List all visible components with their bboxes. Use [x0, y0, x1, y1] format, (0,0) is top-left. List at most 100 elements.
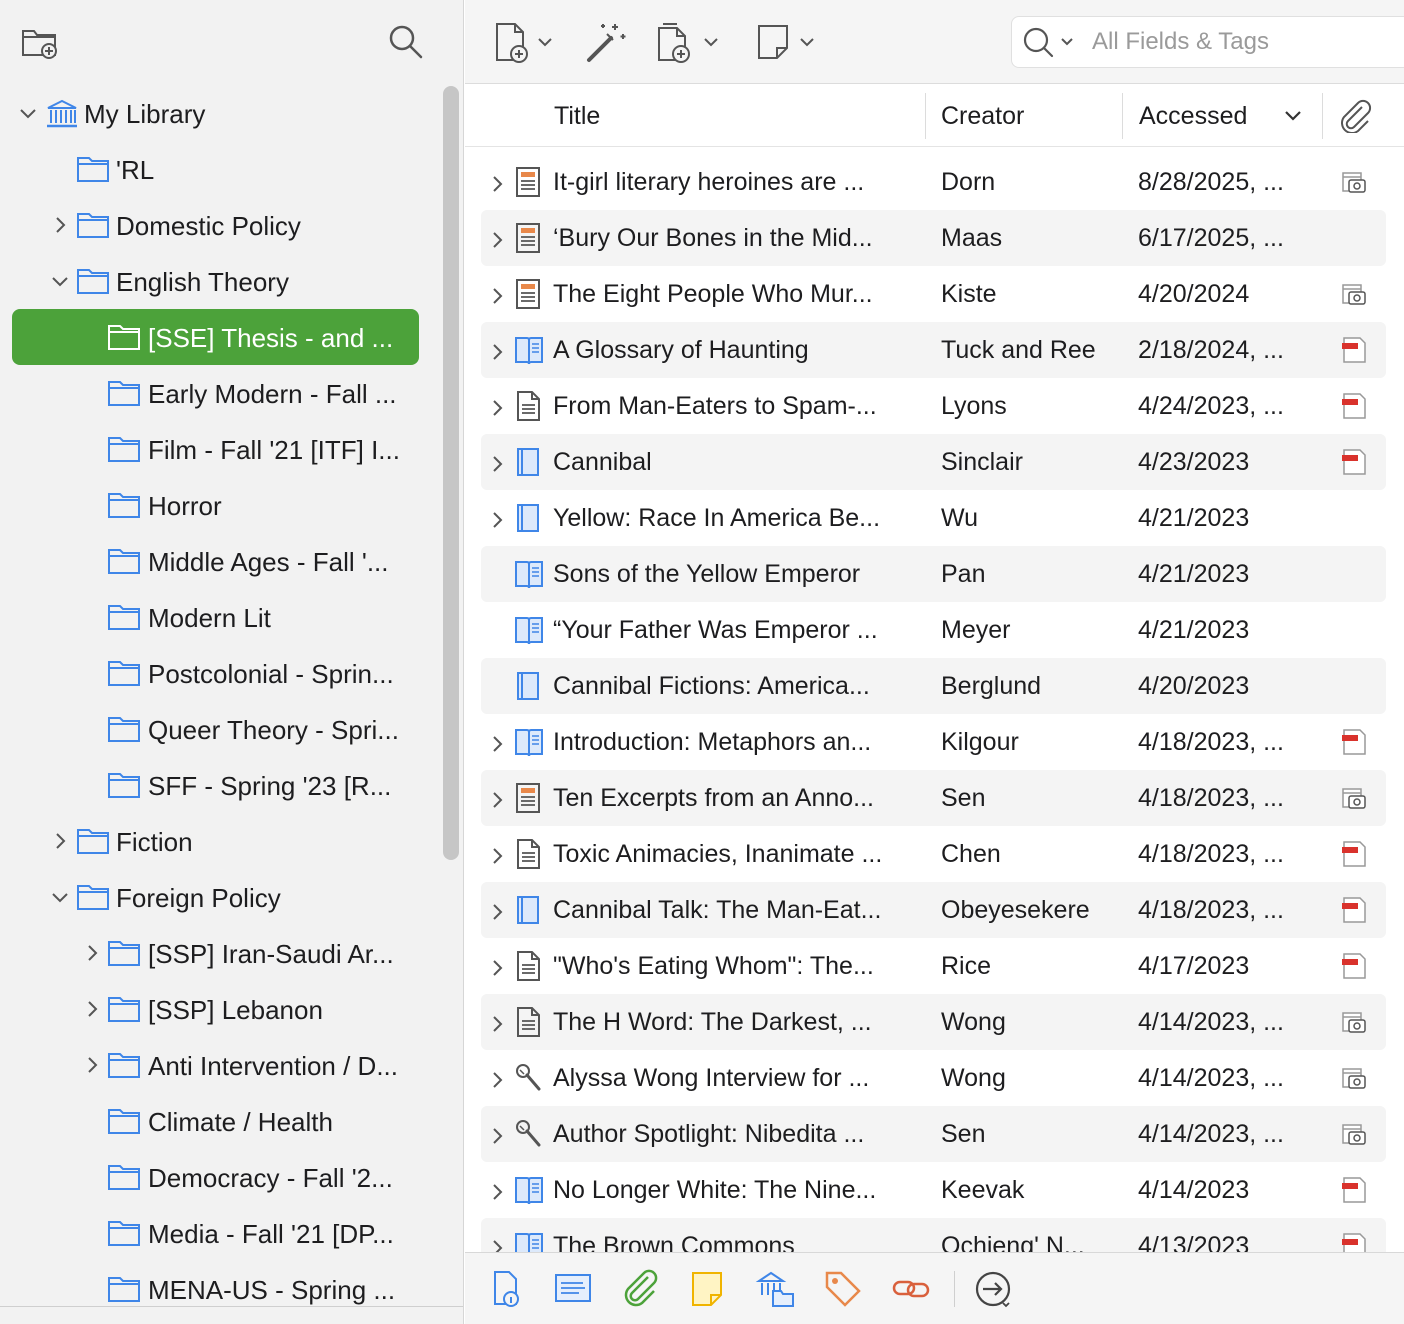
- collection-row[interactable]: Queer Theory - Spri...: [0, 701, 440, 757]
- item-row[interactable]: Introduction: Metaphors an... Kilgour 4/18…: [481, 714, 1386, 770]
- chevron-right-icon[interactable]: [82, 943, 102, 963]
- attachment-icon[interactable]: [1339, 1120, 1369, 1148]
- item-row[interactable]: Cannibal Sinclair 4/23/2023: [481, 434, 1386, 490]
- attachment-icon[interactable]: [1339, 896, 1369, 924]
- column-resizer[interactable]: [1322, 93, 1323, 139]
- item-row[interactable]: Author Spotlight: Nibedita ... Sen 4/14/20…: [481, 1106, 1386, 1162]
- item-row[interactable]: The H Word: The Darkest, ... Wong 4/14/202…: [481, 994, 1386, 1050]
- search-mode-icon[interactable]: [1020, 24, 1080, 60]
- tree-toggle[interactable]: [82, 999, 102, 1019]
- collection-row[interactable]: Middle Ages - Fall '...: [0, 533, 440, 589]
- libraries-collections-button[interactable]: [755, 1269, 795, 1309]
- attachment-icon[interactable]: [1339, 392, 1369, 420]
- item-row[interactable]: ‘Bury Our Bones in the Mid... Maas 6/17/20…: [481, 210, 1386, 266]
- item-toggle[interactable]: [487, 284, 507, 304]
- item-toggle[interactable]: [487, 1236, 507, 1252]
- item-toggle[interactable]: [487, 508, 507, 528]
- collection-search-button[interactable]: [384, 20, 428, 64]
- item-row[interactable]: Yellow: Race In America Be... Wu 4/21/2023: [481, 490, 1386, 546]
- search-input[interactable]: [1092, 28, 1392, 56]
- chevron-right-icon[interactable]: [487, 734, 507, 754]
- item-toggle[interactable]: [487, 900, 507, 920]
- chevron-right-icon[interactable]: [487, 286, 507, 306]
- item-row[interactable]: The Eight People Who Mur... Kiste 4/20/202…: [481, 266, 1386, 322]
- item-toggle[interactable]: [487, 172, 507, 192]
- attachment-icon[interactable]: [1339, 1232, 1369, 1252]
- collection-row[interactable]: 'RL: [0, 141, 440, 197]
- item-row[interactable]: The Brown Commons Ochieng' N... 4/13/2023: [481, 1218, 1386, 1252]
- attachment-icon[interactable]: [1339, 840, 1369, 868]
- pdf-attachment-icon[interactable]: [1339, 1176, 1369, 1204]
- collection-row[interactable]: Climate / Health: [0, 1093, 440, 1149]
- locate-button[interactable]: [973, 1269, 1013, 1309]
- column-resizer[interactable]: [1122, 93, 1123, 139]
- snapshot-attachment-icon[interactable]: [1339, 168, 1369, 196]
- item-row[interactable]: Cannibal Talk: The Man-Eat... Obeyesekere…: [481, 882, 1386, 938]
- collection-row[interactable]: Democracy - Fall '2...: [0, 1149, 440, 1205]
- new-item-button[interactable]: [493, 18, 557, 66]
- add-attachment-button[interactable]: [653, 18, 725, 66]
- collection-row[interactable]: Foreign Policy: [0, 869, 440, 925]
- chevron-right-icon[interactable]: [487, 1070, 507, 1090]
- snapshot-attachment-icon[interactable]: [1339, 1120, 1369, 1148]
- attachment-icon[interactable]: [1339, 448, 1369, 476]
- collection-row[interactable]: Postcolonial - Sprin...: [0, 645, 440, 701]
- collection-row[interactable]: Anti Intervention / D...: [0, 1037, 440, 1093]
- search-box[interactable]: [1011, 16, 1404, 68]
- collection-row[interactable]: English Theory: [0, 253, 440, 309]
- chevron-right-icon[interactable]: [487, 510, 507, 530]
- item-toggle[interactable]: [487, 1124, 507, 1144]
- attachment-icon[interactable]: [1339, 1064, 1369, 1092]
- tree-toggle[interactable]: [82, 1055, 102, 1075]
- column-creator[interactable]: Creator: [941, 85, 1024, 147]
- attachment-icon[interactable]: [1339, 336, 1369, 364]
- item-toggle[interactable]: [487, 1180, 507, 1200]
- snapshot-attachment-icon[interactable]: [1339, 784, 1369, 812]
- collection-row[interactable]: Fiction: [0, 813, 440, 869]
- chevron-right-icon[interactable]: [487, 846, 507, 866]
- chevron-right-icon[interactable]: [487, 342, 507, 362]
- collection-row[interactable]: [SSE] Thesis - and ...: [12, 309, 419, 365]
- attachment-icon[interactable]: [1339, 280, 1369, 308]
- item-toggle[interactable]: [487, 228, 507, 248]
- tree-toggle[interactable]: [82, 943, 102, 963]
- attachments-button[interactable]: [620, 1269, 660, 1309]
- new-collection-button[interactable]: [18, 20, 62, 64]
- chevron-down-icon[interactable]: [50, 271, 70, 291]
- item-toggle[interactable]: [487, 340, 507, 360]
- chevron-right-icon[interactable]: [82, 1055, 102, 1075]
- collection-row[interactable]: Media - Fall '21 [DP...: [0, 1205, 440, 1261]
- pdf-attachment-icon[interactable]: [1339, 448, 1369, 476]
- tree-toggle[interactable]: [50, 215, 70, 235]
- collection-row[interactable]: My Library: [0, 85, 440, 141]
- pdf-attachment-icon[interactable]: [1339, 392, 1369, 420]
- tree-toggle[interactable]: [50, 887, 70, 907]
- chevron-right-icon[interactable]: [487, 398, 507, 418]
- collection-row[interactable]: Domestic Policy: [0, 197, 440, 253]
- column-title[interactable]: Title: [554, 85, 600, 147]
- item-row[interactable]: Ten Excerpts from an Anno... Sen 4/18/2023…: [481, 770, 1386, 826]
- item-row[interactable]: No Longer White: The Nine... Keevak 4/14/2…: [481, 1162, 1386, 1218]
- item-toggle[interactable]: [487, 844, 507, 864]
- attachment-icon[interactable]: [1339, 952, 1369, 980]
- chevron-right-icon[interactable]: [50, 831, 70, 851]
- item-toggle[interactable]: [487, 1012, 507, 1032]
- pdf-attachment-icon[interactable]: [1339, 952, 1369, 980]
- item-toggle[interactable]: [487, 732, 507, 752]
- pdf-attachment-icon[interactable]: [1339, 336, 1369, 364]
- attachment-icon[interactable]: [1339, 1176, 1369, 1204]
- attachment-column-icon[interactable]: [1338, 99, 1372, 133]
- tags-button[interactable]: [823, 1269, 863, 1309]
- pdf-attachment-icon[interactable]: [1339, 840, 1369, 868]
- chevron-right-icon[interactable]: [487, 1182, 507, 1202]
- collection-row[interactable]: MENA-US - Spring ...: [0, 1261, 440, 1317]
- new-note-button[interactable]: [755, 18, 821, 66]
- chevron-right-icon[interactable]: [50, 215, 70, 235]
- pdf-attachment-icon[interactable]: [1339, 896, 1369, 924]
- notes-button[interactable]: [687, 1269, 727, 1309]
- collection-row[interactable]: Modern Lit: [0, 589, 440, 645]
- snapshot-attachment-icon[interactable]: [1339, 1008, 1369, 1036]
- sort-descending-icon[interactable]: [1283, 106, 1303, 126]
- add-by-identifier-button[interactable]: [583, 18, 629, 66]
- chevron-right-icon[interactable]: [487, 790, 507, 810]
